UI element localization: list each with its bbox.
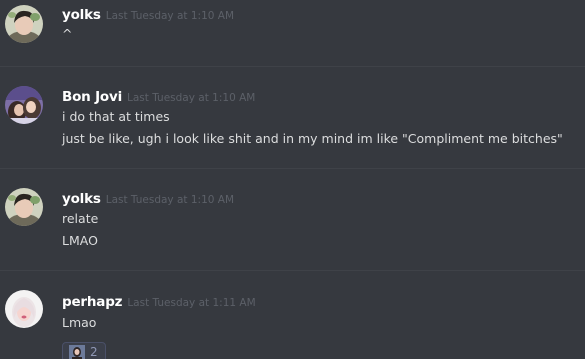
message-text: i do that at times (62, 109, 170, 124)
user-avatar[interactable] (5, 188, 43, 226)
message-divider (0, 168, 585, 169)
user-avatar[interactable] (5, 86, 43, 124)
message-divider (0, 270, 585, 271)
message-text: relate (62, 211, 99, 226)
username[interactable]: perhapz (62, 294, 123, 310)
chat-messages: yolks Last Tuesday at 1:10 AM ^ Bon Jovi L… (0, 0, 585, 359)
username[interactable]: Bon Jovi (62, 89, 122, 105)
username[interactable]: yolks (62, 7, 101, 23)
message-text: just be like, ugh i look like shit and i… (62, 131, 563, 146)
message-text: ^ (62, 26, 73, 41)
reaction-button[interactable]: 2 (62, 342, 106, 359)
yolks-avatar-icon (5, 5, 43, 43)
username[interactable]: yolks (62, 191, 101, 207)
user-avatar[interactable] (5, 5, 43, 43)
message-divider (0, 66, 585, 67)
timestamp: Last Tuesday at 1:10 AM (105, 194, 235, 206)
user-avatar[interactable] (5, 290, 43, 328)
perhapz-avatar-icon (5, 290, 43, 328)
timestamp: Last Tuesday at 1:10 AM (105, 10, 235, 22)
reaction-count: 2 (90, 345, 98, 359)
message-text: LMAO (62, 233, 98, 248)
bon-jovi-avatar-icon (5, 86, 43, 124)
timestamp: Last Tuesday at 1:11 AM (127, 297, 256, 309)
yolks-avatar-icon (5, 188, 43, 226)
person-emoji-icon (69, 345, 85, 359)
timestamp: Last Tuesday at 1:10 AM (127, 92, 256, 104)
message-text: Lmao (62, 315, 97, 330)
